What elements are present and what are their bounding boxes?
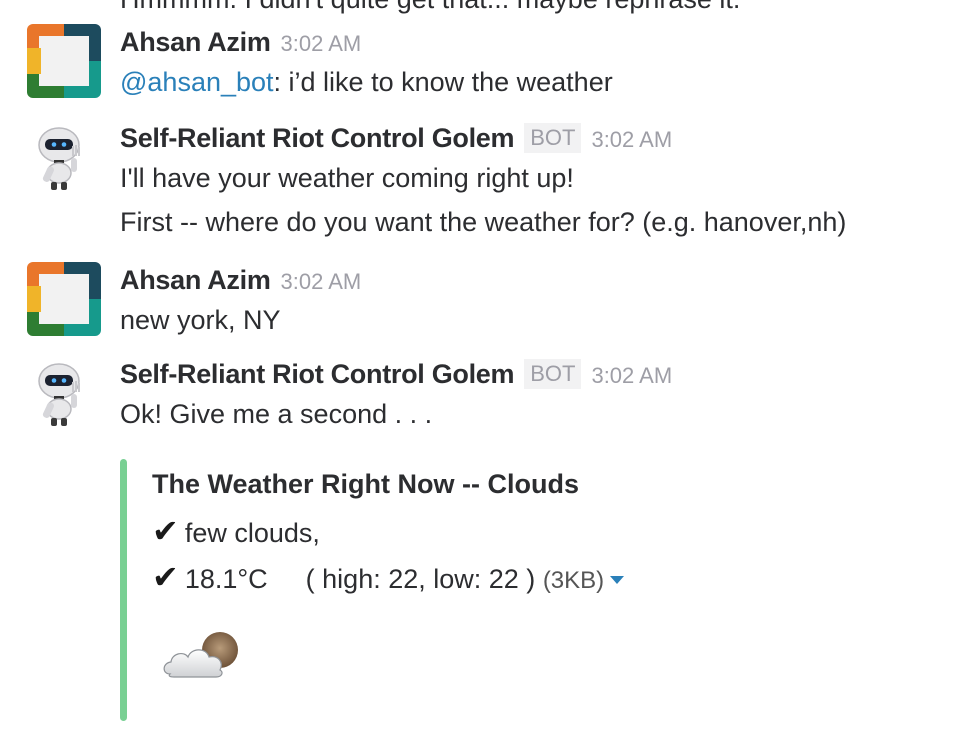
bot-badge: BOT [524,359,582,389]
sender-name[interactable]: Ahsan Azim [120,265,271,295]
message-text: First -- where do you want the weather f… [120,207,847,237]
sender-name[interactable]: Ahsan Azim [120,27,271,57]
expand-caret-icon[interactable] [610,576,625,584]
message-ahsan-1: Ahsan Azim 3:02 AM @ahsan_bot: i’d like t… [0,24,970,104]
mention-link[interactable]: @ahsan_bot [120,67,274,97]
partly-cloudy-icon [163,632,238,678]
weather-description: ✔ few clouds, [152,513,320,549]
message-ahsan-2: Ahsan Azim 3:02 AM new york, NY [0,262,970,342]
weather-temperature: ✔ 18.1°C ( high: 22, low: 22 ) (3KB) [152,555,625,603]
message-text: I'll have your weather coming right up! [120,163,574,193]
attachment-size: (3KB) [542,567,605,594]
checkmark-icon: ✔ [152,559,179,595]
weather-attachment: The Weather Right Now -- Clouds ✔ few clo… [120,459,840,721]
bot-avatar[interactable] [27,356,101,430]
high-low: ( high: 22, low: 22 ) [305,564,536,594]
message-text: @ahsan_bot: i’d like to know the weather [120,67,613,97]
timestamp[interactable]: 3:02 AM [591,363,672,388]
message-bot-1: Self-Reliant Riot Control Golem BOT 3:02 A… [0,120,970,250]
checkmark-icon: ✔ [152,513,179,549]
message-text: Ok! Give me a second . . . [120,399,433,429]
bot-avatar[interactable] [27,120,101,194]
timestamp[interactable]: 3:02 AM [281,269,362,294]
sender-name[interactable]: Self-Reliant Riot Control Golem [120,123,515,153]
previous-message-text: Hmmmm. I didn't quite get that... maybe … [120,0,740,15]
attachment-title: The Weather Right Now -- Clouds [152,469,579,499]
robot-icon [38,363,80,426]
robot-icon [38,127,80,190]
avatar[interactable] [27,24,101,98]
message-text: new york, NY [120,305,281,335]
message-bot-2: Self-Reliant Riot Control Golem BOT 3:02 A… [0,356,970,446]
avatar[interactable] [27,262,101,336]
sender-name[interactable]: Self-Reliant Riot Control Golem [120,359,515,389]
bot-badge: BOT [524,123,582,153]
attachment-color-bar [120,459,127,721]
temperature: 18.1°C [184,564,268,594]
timestamp[interactable]: 3:02 AM [591,127,672,152]
timestamp[interactable]: 3:02 AM [281,31,362,56]
